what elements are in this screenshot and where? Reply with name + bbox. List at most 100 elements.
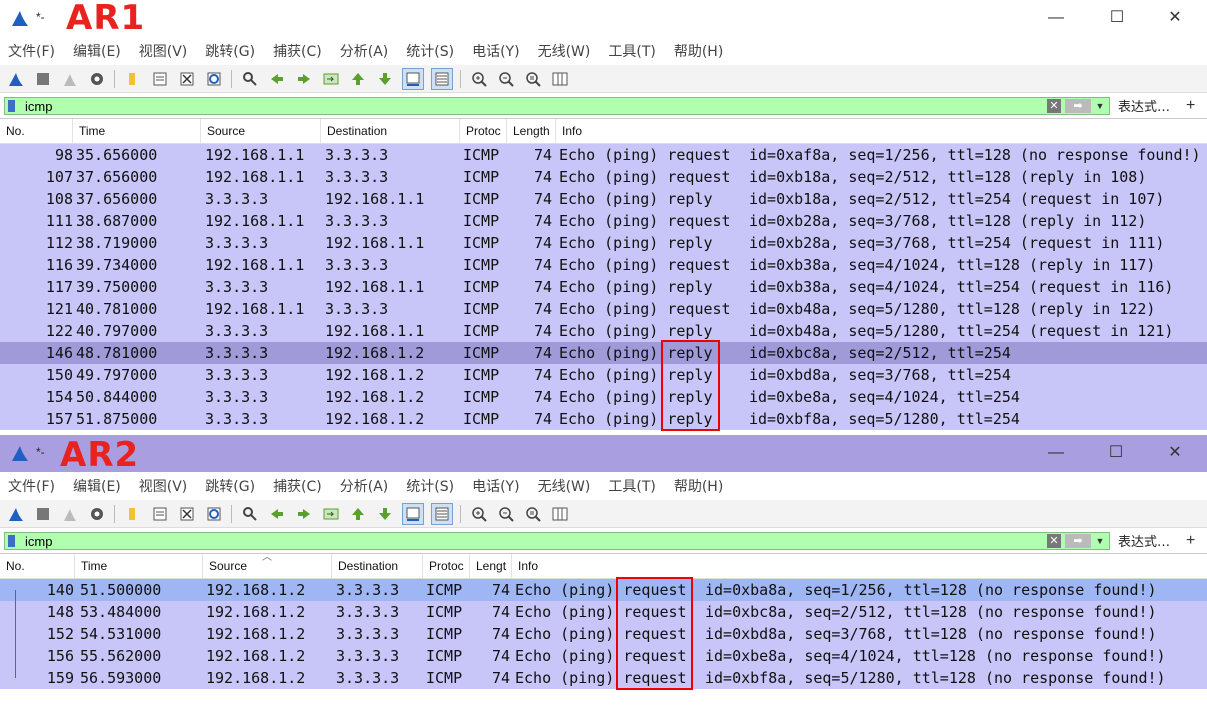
menu-view[interactable]: 视图(V) — [139, 476, 188, 496]
menu-analyze[interactable]: 分析(A) — [340, 476, 389, 496]
stop-capture-icon[interactable] — [33, 69, 53, 89]
go-last-icon[interactable] — [375, 504, 395, 524]
go-forward-icon[interactable] — [294, 69, 314, 89]
add-filter-button[interactable]: + — [1186, 532, 1195, 550]
col-length[interactable]: Lengt — [470, 554, 512, 578]
resize-columns-icon[interactable] — [550, 69, 570, 89]
col-length[interactable]: Length — [507, 119, 556, 143]
menu-analyze[interactable]: 分析(A) — [340, 41, 389, 61]
find-packet-icon[interactable] — [240, 504, 260, 524]
autoscroll-icon[interactable] — [402, 67, 424, 90]
maximize-button[interactable]: ☐ — [1104, 441, 1128, 465]
packet-row[interactable]: 108 37.656000 3.3.3.3 192.168.1.1 ICMP 74 Echo… — [0, 188, 1207, 210]
zoom-in-icon[interactable] — [469, 504, 489, 524]
chevron-down-icon[interactable]: ▼ — [1094, 534, 1106, 548]
menu-statistics[interactable]: 统计(S) — [406, 476, 454, 496]
menu-tools[interactable]: 工具(T) — [608, 476, 655, 496]
go-to-packet-icon[interactable] — [321, 504, 341, 524]
packet-row[interactable]: 112 38.719000 3.3.3.3 192.168.1.1 ICMP 74 Echo… — [0, 232, 1207, 254]
menu-wireless[interactable]: 无线(W) — [538, 476, 591, 496]
menu-help[interactable]: 帮助(H) — [674, 41, 723, 61]
zoom-reset-icon[interactable] — [523, 504, 543, 524]
col-no[interactable]: No. — [0, 119, 73, 143]
col-info[interactable]: Info — [512, 554, 1207, 578]
packet-row[interactable]: 111 38.687000 192.168.1.1 3.3.3.3 ICMP 74 Echo… — [0, 210, 1207, 232]
stop-capture-icon[interactable] — [33, 504, 53, 524]
resize-columns-icon[interactable] — [550, 504, 570, 524]
filter-expression-button[interactable]: 表达式… — [1118, 531, 1170, 550]
minimize-button[interactable]: — — [1044, 6, 1068, 30]
apply-filter-icon[interactable]: ➡ — [1065, 533, 1091, 548]
packet-row[interactable]: 146 48.781000 3.3.3.3 192.168.1.2 ICMP 74 Echo… — [0, 342, 1207, 364]
col-no[interactable]: No. — [0, 554, 75, 578]
col-destination[interactable]: Destination — [321, 119, 460, 143]
go-first-icon[interactable] — [348, 504, 368, 524]
col-info[interactable]: Info — [556, 119, 1207, 143]
packet-row[interactable]: 148 53.484000 192.168.1.2 3.3.3.3 ICMP 74 Echo… — [0, 601, 1207, 623]
packet-row[interactable]: 154 50.844000 3.3.3.3 192.168.1.2 ICMP 74 Echo… — [0, 386, 1207, 408]
open-file-icon[interactable] — [123, 69, 143, 89]
close-button[interactable]: ✕ — [1163, 441, 1187, 465]
clear-filter-icon[interactable]: ✕ — [1047, 533, 1061, 548]
close-file-icon[interactable] — [177, 69, 197, 89]
menu-go[interactable]: 跳转(G) — [205, 41, 255, 61]
menu-file[interactable]: 文件(F) — [8, 476, 55, 496]
display-filter-input[interactable]: icmp ✕ ➡ ▼ — [4, 531, 1110, 550]
go-back-icon[interactable] — [267, 69, 287, 89]
menu-help[interactable]: 帮助(H) — [674, 476, 723, 496]
clear-filter-icon[interactable]: ✕ — [1047, 98, 1061, 113]
capture-options-icon[interactable] — [87, 504, 107, 524]
menu-edit[interactable]: 编辑(E) — [73, 476, 121, 496]
packet-row[interactable]: 117 39.750000 3.3.3.3 192.168.1.1 ICMP 74 Echo… — [0, 276, 1207, 298]
packet-row[interactable]: 98 35.656000 192.168.1.1 3.3.3.3 ICMP 74 Echo … — [0, 144, 1207, 166]
display-filter-input[interactable]: icmp ✕ ➡ ▼ — [4, 96, 1110, 115]
packet-row[interactable]: 121 40.781000 192.168.1.1 3.3.3.3 ICMP 74 Echo… — [0, 298, 1207, 320]
capture-options-icon[interactable] — [87, 69, 107, 89]
packet-row[interactable]: 159 56.593000 192.168.1.2 3.3.3.3 ICMP 74 Echo… — [0, 667, 1207, 689]
chevron-down-icon[interactable]: ▼ — [1094, 99, 1106, 113]
col-protocol[interactable]: Protoc — [460, 119, 507, 143]
col-time[interactable]: Time — [75, 554, 203, 578]
filter-bookmark-icon[interactable] — [8, 99, 15, 112]
col-destination[interactable]: Destination — [332, 554, 423, 578]
colorize-icon[interactable] — [431, 67, 453, 90]
col-source[interactable]: Source — [201, 119, 321, 143]
menu-wireless[interactable]: 无线(W) — [538, 41, 591, 61]
menu-tools[interactable]: 工具(T) — [608, 41, 655, 61]
packet-row[interactable]: 156 55.562000 192.168.1.2 3.3.3.3 ICMP 74 Echo… — [0, 645, 1207, 667]
col-protocol[interactable]: Protoc — [423, 554, 470, 578]
go-back-icon[interactable] — [267, 504, 287, 524]
start-capture-icon[interactable] — [6, 69, 26, 89]
packet-row[interactable]: 140 51.500000 192.168.1.2 3.3.3.3 ICMP 74 Echo… — [0, 579, 1207, 601]
menu-view[interactable]: 视图(V) — [139, 41, 188, 61]
menu-capture[interactable]: 捕获(C) — [273, 476, 322, 496]
close-file-icon[interactable] — [177, 504, 197, 524]
menu-statistics[interactable]: 统计(S) — [406, 41, 454, 61]
filter-bookmark-icon[interactable] — [8, 534, 15, 547]
packet-row[interactable]: 152 54.531000 192.168.1.2 3.3.3.3 ICMP 74 Echo… — [0, 623, 1207, 645]
autoscroll-icon[interactable] — [402, 502, 424, 525]
menu-telephony[interactable]: 电话(Y) — [472, 476, 519, 496]
apply-filter-icon[interactable]: ➡ — [1065, 98, 1091, 113]
reload-file-icon[interactable] — [204, 504, 224, 524]
start-capture-icon[interactable] — [6, 504, 26, 524]
filter-expression-button[interactable]: 表达式… — [1118, 96, 1170, 115]
menu-edit[interactable]: 编辑(E) — [73, 41, 121, 61]
go-forward-icon[interactable] — [294, 504, 314, 524]
maximize-button[interactable]: ☐ — [1105, 6, 1129, 30]
packet-row[interactable]: 150 49.797000 3.3.3.3 192.168.1.2 ICMP 74 Echo… — [0, 364, 1207, 386]
col-time[interactable]: Time — [73, 119, 201, 143]
go-last-icon[interactable] — [375, 69, 395, 89]
packet-row[interactable]: 107 37.656000 192.168.1.1 3.3.3.3 ICMP 74 Echo… — [0, 166, 1207, 188]
restart-capture-icon[interactable] — [60, 69, 80, 89]
menu-telephony[interactable]: 电话(Y) — [472, 41, 519, 61]
packet-row[interactable]: 157 51.875000 3.3.3.3 192.168.1.2 ICMP 74 Echo… — [0, 408, 1207, 430]
display-filter-text[interactable]: icmp — [25, 534, 52, 549]
menu-go[interactable]: 跳转(G) — [205, 476, 255, 496]
menu-capture[interactable]: 捕获(C) — [273, 41, 322, 61]
reload-file-icon[interactable] — [204, 69, 224, 89]
restart-capture-icon[interactable] — [60, 504, 80, 524]
go-first-icon[interactable] — [348, 69, 368, 89]
open-file-icon[interactable] — [123, 504, 143, 524]
zoom-out-icon[interactable] — [496, 504, 516, 524]
